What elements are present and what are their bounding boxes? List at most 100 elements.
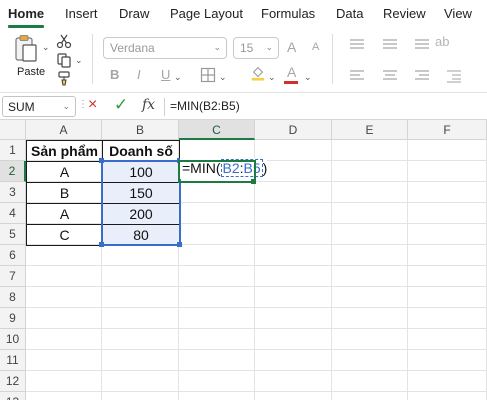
drag-handle-icon[interactable]: ⋮ xyxy=(78,99,88,110)
column-header-e[interactable]: E xyxy=(332,120,408,140)
cell-a2[interactable]: A xyxy=(26,161,103,183)
empty-cell[interactable] xyxy=(255,371,332,392)
cell-a3[interactable]: B xyxy=(26,182,103,204)
formula-input[interactable]: =MIN(B2:B5) xyxy=(170,99,240,113)
grow-font-button[interactable]: A xyxy=(287,39,296,55)
tab-page-layout[interactable]: Page Layout xyxy=(170,6,243,21)
cell-b5[interactable]: 80 xyxy=(102,224,180,246)
empty-cell[interactable] xyxy=(255,203,332,224)
borders-icon[interactable] xyxy=(200,67,216,83)
empty-cell[interactable] xyxy=(26,371,102,392)
empty-cell[interactable] xyxy=(26,266,102,287)
format-painter-icon[interactable] xyxy=(56,70,72,86)
row-header-7[interactable]: 7 xyxy=(0,266,26,287)
empty-cell[interactable] xyxy=(179,308,255,329)
row-header-11[interactable]: 11 xyxy=(0,350,26,371)
fill-color-icon[interactable] xyxy=(250,65,266,81)
tab-view[interactable]: View xyxy=(444,6,472,21)
tab-draw[interactable]: Draw xyxy=(119,6,149,21)
empty-cell[interactable] xyxy=(408,203,487,224)
worksheet-grid[interactable]: A B C D E F 1 2 3 4 5 6 7 8 9 10 11 12 1… xyxy=(0,120,487,400)
empty-cell[interactable] xyxy=(408,371,487,392)
cell-a5[interactable]: C xyxy=(26,224,103,246)
empty-cell[interactable] xyxy=(255,392,332,400)
empty-cell[interactable] xyxy=(255,224,332,245)
empty-cell[interactable] xyxy=(179,245,255,266)
row-header-9[interactable]: 9 xyxy=(0,308,26,329)
orientation-icon[interactable]: ab xyxy=(435,34,449,49)
empty-cell[interactable] xyxy=(179,350,255,371)
empty-cell[interactable] xyxy=(179,371,255,392)
empty-cell[interactable] xyxy=(26,287,102,308)
empty-cell[interactable] xyxy=(332,245,408,266)
empty-cell[interactable] xyxy=(408,266,487,287)
cell-a4[interactable]: A xyxy=(26,203,103,225)
empty-cell[interactable] xyxy=(255,266,332,287)
row-header-1[interactable]: 1 xyxy=(0,140,26,161)
column-header-c[interactable]: C xyxy=(179,120,255,140)
row-header-4[interactable]: 4 xyxy=(0,203,26,224)
cell-b1[interactable]: Doanh số xyxy=(102,140,180,162)
select-all-corner[interactable] xyxy=(0,120,26,140)
empty-cell[interactable] xyxy=(332,161,408,182)
empty-cell[interactable] xyxy=(255,350,332,371)
row-header-8[interactable]: 8 xyxy=(0,287,26,308)
tab-review[interactable]: Review xyxy=(383,6,426,21)
empty-cell[interactable] xyxy=(408,161,487,182)
empty-cell[interactable] xyxy=(332,350,408,371)
range-handle-top-left[interactable] xyxy=(99,158,104,163)
row-header-10[interactable]: 10 xyxy=(0,329,26,350)
column-header-b[interactable]: B xyxy=(102,120,179,140)
cell-b3[interactable]: 150 xyxy=(102,182,180,204)
empty-cell[interactable] xyxy=(408,224,487,245)
empty-cell[interactable] xyxy=(255,287,332,308)
scissors-icon[interactable] xyxy=(56,33,72,49)
empty-cell[interactable] xyxy=(408,329,487,350)
name-box[interactable]: SUM ⌄ xyxy=(2,96,76,117)
cell-c2-editing[interactable]: =MIN(B2:B5) xyxy=(180,158,268,179)
empty-cell[interactable] xyxy=(408,245,487,266)
row-header-12[interactable]: 12 xyxy=(0,371,26,392)
empty-cell[interactable] xyxy=(26,350,102,371)
align-center-icon[interactable] xyxy=(382,69,398,83)
underline-button[interactable]: U xyxy=(161,67,170,82)
tab-data[interactable]: Data xyxy=(336,6,363,21)
empty-cell[interactable] xyxy=(179,182,255,203)
empty-cell[interactable] xyxy=(408,140,487,161)
align-left-icon[interactable] xyxy=(349,69,365,83)
tab-insert[interactable]: Insert xyxy=(65,6,98,21)
align-bottom-icon[interactable] xyxy=(414,38,430,52)
align-middle-icon[interactable] xyxy=(382,38,398,52)
empty-cell[interactable] xyxy=(255,329,332,350)
tab-home[interactable]: Home xyxy=(8,6,44,21)
empty-cell[interactable] xyxy=(102,350,179,371)
italic-button[interactable]: I xyxy=(137,67,141,82)
empty-cell[interactable] xyxy=(332,392,408,400)
empty-cell[interactable] xyxy=(408,308,487,329)
row-header-6[interactable]: 6 xyxy=(0,245,26,266)
cancel-icon[interactable]: × xyxy=(88,96,97,114)
empty-cell[interactable] xyxy=(102,287,179,308)
empty-cell[interactable] xyxy=(102,266,179,287)
cell-a1[interactable]: Sản phẩm xyxy=(26,140,103,162)
row-header-2[interactable]: 2 xyxy=(0,161,26,182)
empty-cell[interactable] xyxy=(332,140,408,161)
empty-cell[interactable] xyxy=(179,287,255,308)
empty-cell[interactable] xyxy=(332,266,408,287)
empty-cell[interactable] xyxy=(26,308,102,329)
empty-cell[interactable] xyxy=(26,245,102,266)
empty-cell[interactable] xyxy=(255,245,332,266)
bold-button[interactable]: B xyxy=(110,67,119,82)
indent-icon[interactable] xyxy=(446,69,462,83)
column-header-a[interactable]: A xyxy=(26,120,102,140)
font-size-select[interactable]: 15 ⌄ xyxy=(233,37,279,59)
empty-cell[interactable] xyxy=(408,287,487,308)
empty-cell[interactable] xyxy=(179,329,255,350)
empty-cell[interactable] xyxy=(408,392,487,400)
empty-cell[interactable] xyxy=(332,329,408,350)
empty-cell[interactable] xyxy=(255,182,332,203)
empty-cell[interactable] xyxy=(332,287,408,308)
empty-cell[interactable] xyxy=(102,308,179,329)
empty-cell[interactable] xyxy=(255,308,332,329)
align-right-icon[interactable] xyxy=(414,69,430,83)
